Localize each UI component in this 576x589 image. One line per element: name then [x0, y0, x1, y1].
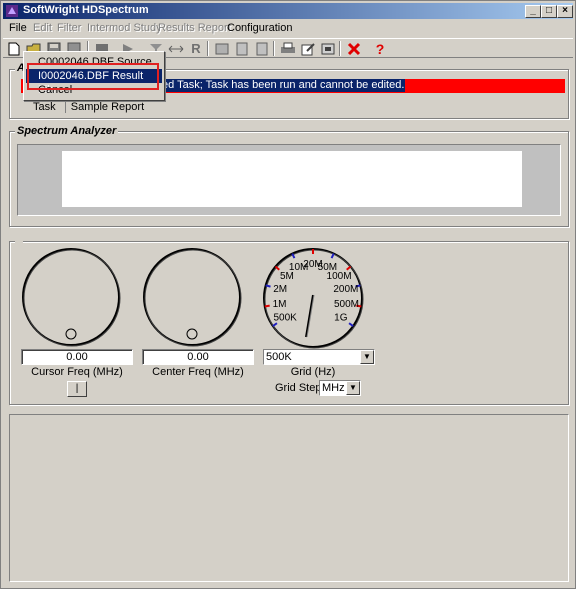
grid-step-label: Grid Step	[275, 382, 322, 394]
task-status-text: ed Task; Task has been run and cannot be…	[161, 79, 406, 92]
grid-dial-tick	[265, 284, 271, 288]
grid-label: Grid (Hz)	[290, 366, 336, 378]
edit-icon[interactable]	[299, 40, 317, 57]
grid-dial[interactable]: 500K1M2M5M10M20M50M100M200M500M1G	[260, 245, 366, 351]
menu-edit[interactable]: Edit	[33, 22, 52, 34]
list-icon[interactable]	[233, 40, 251, 57]
grid-select[interactable]: 500K ▼	[263, 349, 375, 365]
grid-dial-label: 2M	[273, 284, 287, 295]
highlight-annotation	[27, 63, 159, 90]
table-icon[interactable]	[213, 40, 231, 57]
cursor-freq-field[interactable]: 0.00	[21, 349, 133, 365]
grid-dial-label: 100M	[327, 271, 352, 282]
export-icon[interactable]	[319, 40, 337, 57]
center-freq-field[interactable]: 0.00	[142, 349, 254, 365]
close-window-button[interactable]: ×	[557, 5, 573, 18]
grid-dial-tick	[264, 304, 270, 308]
task-label: Task	[33, 101, 56, 113]
toolbar-separator	[339, 41, 341, 56]
chevron-down-icon[interactable]: ▼	[346, 381, 360, 395]
help-icon[interactable]: ?	[371, 40, 389, 57]
app-icon	[6, 5, 18, 17]
spectrum-display[interactable]	[62, 151, 522, 207]
grid-dial-label: 1G	[334, 313, 348, 324]
center-freq-knob[interactable]	[140, 245, 244, 349]
grid-dial-label: 200M	[333, 284, 358, 295]
task-row: Task Sample Report	[33, 101, 145, 114]
cursor-knob-indicator	[65, 328, 77, 340]
center-freq-label: Center Freq (MHz)	[152, 366, 244, 378]
grid-dial-label: 1M	[273, 299, 287, 310]
menu-filter[interactable]: Filter	[57, 22, 81, 34]
window-title: SoftWright HDSpectrum	[23, 4, 149, 16]
menu-bar: File Edit Filter Intermod Study Results …	[3, 20, 573, 37]
bottom-panel	[9, 414, 569, 582]
delete-x-icon[interactable]	[345, 40, 363, 57]
print-icon[interactable]	[279, 40, 297, 57]
controls-group-label	[15, 235, 23, 245]
spectrum-group-label: Spectrum Analyzer	[15, 125, 119, 137]
grid-step-value: MHz	[322, 382, 345, 394]
menu-results-report[interactable]: Results Report	[158, 22, 231, 34]
grid-step-select[interactable]: MHz ▼	[319, 380, 361, 396]
task-value: Sample Report	[70, 101, 145, 113]
app-window: SoftWright HDSpectrum _ □ × File Edit Fi…	[0, 0, 576, 589]
document-icon[interactable]	[253, 40, 271, 57]
grid-dial-label: 500M	[334, 299, 359, 310]
menu-file[interactable]: File	[9, 22, 27, 34]
toolbar-separator	[207, 41, 209, 56]
new-file-icon[interactable]	[5, 40, 23, 57]
maximize-button[interactable]: □	[541, 5, 557, 18]
chevron-down-icon[interactable]: ▼	[360, 350, 374, 364]
title-bar[interactable]: SoftWright HDSpectrum _ □ ×	[3, 3, 573, 19]
cursor-freq-knob[interactable]	[19, 245, 123, 349]
center-knob-indicator	[186, 328, 198, 340]
grid-select-value: 500K	[266, 351, 292, 363]
cursor-freq-label: Cursor Freq (MHz)	[31, 366, 123, 378]
report-r-icon[interactable]: R	[187, 40, 205, 57]
grid-dial-label: 500K	[273, 313, 297, 324]
span-arrows-icon[interactable]	[167, 40, 185, 57]
spectrum-display-frame	[17, 144, 561, 216]
menu-configuration[interactable]: Configuration	[227, 22, 292, 34]
minimize-button[interactable]: _	[525, 5, 541, 18]
task-divider	[64, 101, 66, 114]
menu-intermod-study[interactable]: Intermod Study	[87, 22, 162, 34]
cursor-reset-button[interactable]: |	[67, 381, 87, 397]
toolbar-separator	[273, 41, 275, 56]
